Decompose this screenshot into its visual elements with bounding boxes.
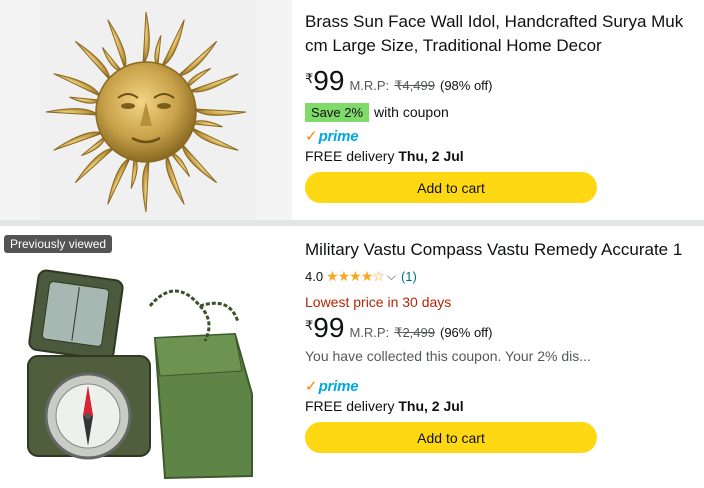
mrp-value: ₹4,499	[394, 78, 435, 93]
add-to-cart-button[interactable]: Add to cart	[305, 172, 597, 203]
rating-count[interactable]: (1)	[401, 269, 417, 284]
product-title-line2[interactable]: cm Large Size, Traditional Home Decor	[305, 34, 704, 58]
chevron-down-icon[interactable]: ⌵	[387, 269, 396, 284]
military-compass-icon	[0, 226, 292, 488]
currency-symbol: ₹	[305, 318, 314, 333]
mrp-label: M.R.P:	[349, 78, 390, 93]
delivery-date: Thu, 2 Jul	[398, 148, 464, 164]
rating-row[interactable]: 4.0 ★★★★☆ ⌵ (1)	[305, 266, 704, 286]
prime-check-icon: ✓	[305, 128, 318, 145]
deal-text: Lowest price in 30 days	[305, 294, 452, 310]
currency-symbol: ₹	[305, 71, 314, 86]
prime-check-icon: ✓	[305, 378, 318, 395]
price: 99	[313, 312, 345, 343]
search-results-list: Brass Sun Face Wall Idol, Handcrafted Su…	[0, 0, 704, 488]
product-image-compass[interactable]	[0, 226, 292, 488]
rating-value: 4.0	[305, 268, 324, 284]
mrp-label: M.R.P:	[349, 325, 390, 340]
product-info: Brass Sun Face Wall Idol, Handcrafted Su…	[305, 0, 704, 203]
delivery-info: FREE delivery Thu, 2 Jul	[305, 146, 704, 166]
prime-label: prime	[318, 377, 359, 395]
delivery-date: Thu, 2 Jul	[398, 398, 464, 414]
discount-percent: (96% off)	[439, 325, 493, 340]
prime-label: prime	[318, 127, 359, 145]
previously-viewed-badge: Previously viewed	[4, 235, 113, 253]
product-card: Brass Sun Face Wall Idol, Handcrafted Su…	[0, 0, 704, 220]
coupon-text: with coupon	[374, 104, 449, 120]
product-title-line1[interactable]: Military Vastu Compass Vastu Remedy Accu…	[305, 238, 704, 262]
product-image-sun-idol[interactable]	[0, 0, 292, 220]
star-rating-icon: ★★★★☆	[326, 267, 385, 284]
coupon-badge: Save 2%	[305, 102, 370, 122]
product-info: Military Vastu Compass Vastu Remedy Accu…	[305, 226, 704, 453]
product-title-line1[interactable]: Brass Sun Face Wall Idol, Handcrafted Su…	[305, 10, 704, 34]
product-card: Previously viewed Military Vastu Compass…	[0, 226, 704, 488]
discount-percent: (98% off)	[439, 78, 493, 93]
coupon-collected-text: You have collected this coupon. Your 2% …	[305, 348, 591, 364]
add-to-cart-button[interactable]: Add to cart	[305, 422, 597, 453]
delivery-prefix: FREE delivery	[305, 148, 395, 164]
prime-badge: ✓ prime	[305, 376, 704, 396]
delivery-info: FREE delivery Thu, 2 Jul	[305, 396, 704, 416]
mrp-value: ₹2,499	[394, 325, 435, 340]
delivery-prefix: FREE delivery	[305, 398, 395, 414]
price: 99	[313, 65, 345, 96]
sun-face-idol-icon	[40, 0, 256, 220]
coupon-row: Save 2% with coupon	[305, 101, 704, 123]
price-row: ₹ 99 M.R.P: ₹2,499 (96% off)	[305, 312, 704, 346]
price-row: ₹ 99 M.R.P: ₹4,499 (98% off)	[305, 65, 704, 99]
prime-badge: ✓ prime	[305, 126, 704, 146]
